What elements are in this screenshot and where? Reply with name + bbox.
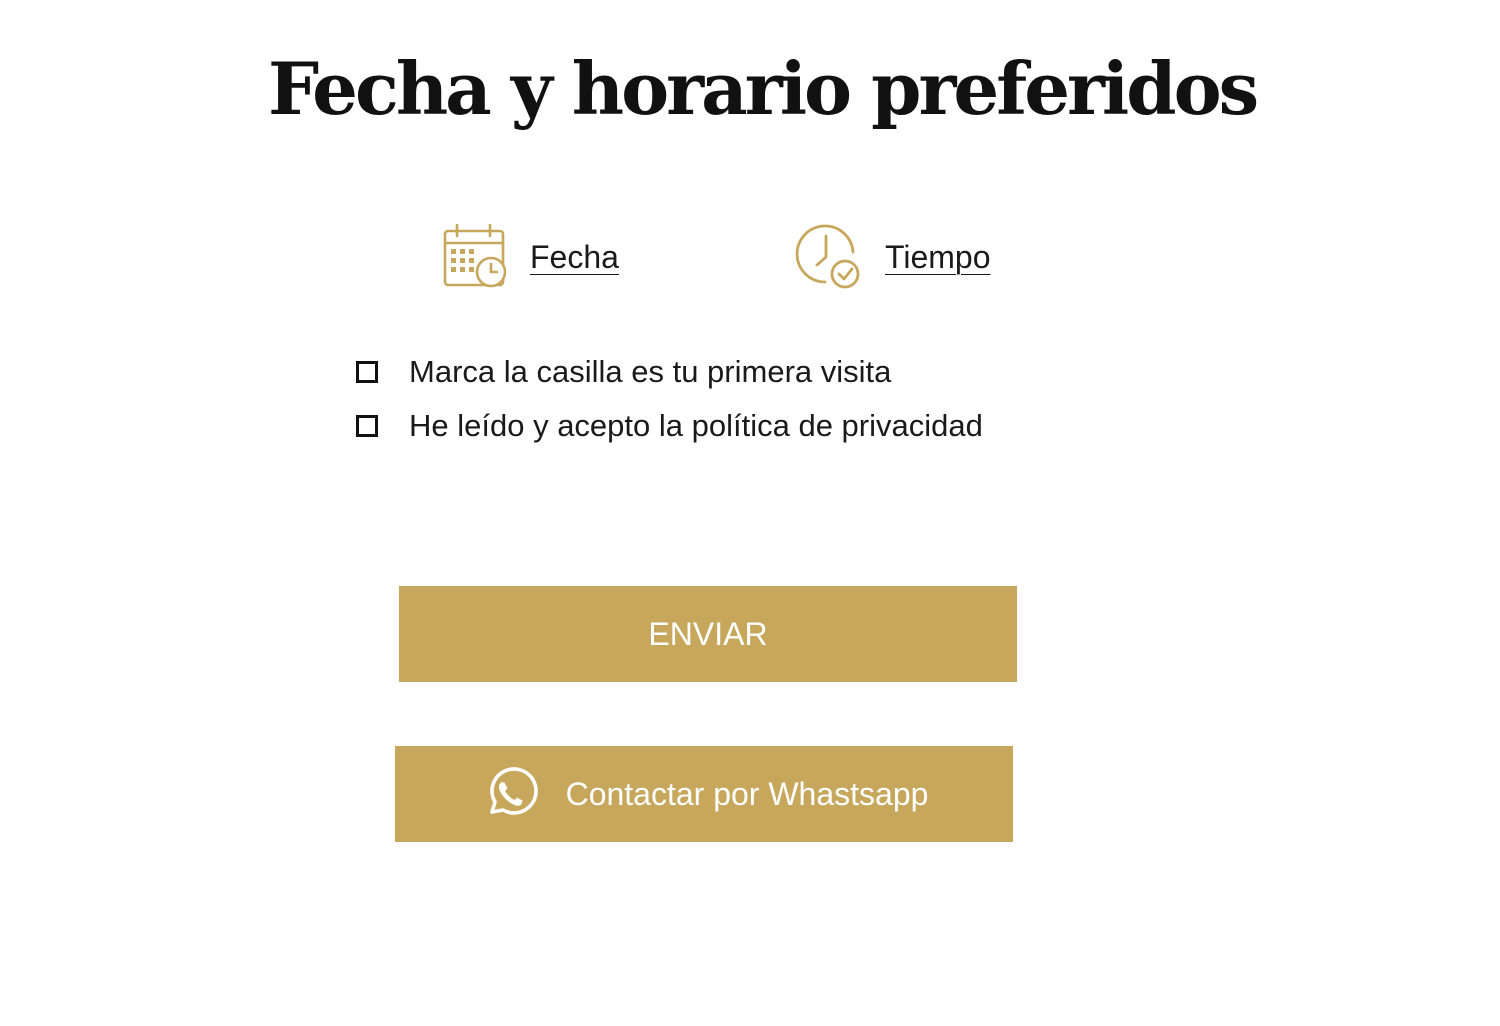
time-picker-label[interactable]: Tiempo bbox=[885, 239, 991, 276]
first-visit-row: Marca la casilla es tu primera visita bbox=[356, 352, 891, 392]
first-visit-checkbox[interactable] bbox=[356, 361, 378, 383]
privacy-policy-label[interactable]: He leído y acepto la política de privaci… bbox=[409, 408, 983, 444]
clock-check-icon bbox=[795, 222, 865, 292]
date-picker[interactable]: Fecha bbox=[440, 222, 619, 292]
page-title: Fecha y horario preferidos bbox=[268, 46, 1259, 131]
first-visit-label[interactable]: Marca la casilla es tu primera visita bbox=[409, 354, 891, 390]
date-picker-label[interactable]: Fecha bbox=[530, 239, 619, 276]
privacy-policy-row: He leído y acepto la política de privaci… bbox=[356, 406, 983, 446]
calendar-clock-icon bbox=[440, 222, 510, 292]
whatsapp-icon bbox=[480, 764, 540, 824]
time-picker[interactable]: Tiempo bbox=[795, 222, 991, 292]
whatsapp-contact-button[interactable]: Contactar por Whastsapp bbox=[395, 746, 1013, 842]
privacy-policy-checkbox[interactable] bbox=[356, 415, 378, 437]
send-button-label: ENVIAR bbox=[648, 615, 768, 652]
whatsapp-button-label: Contactar por Whastsapp bbox=[565, 775, 929, 812]
send-button[interactable]: ENVIAR bbox=[399, 586, 1017, 682]
